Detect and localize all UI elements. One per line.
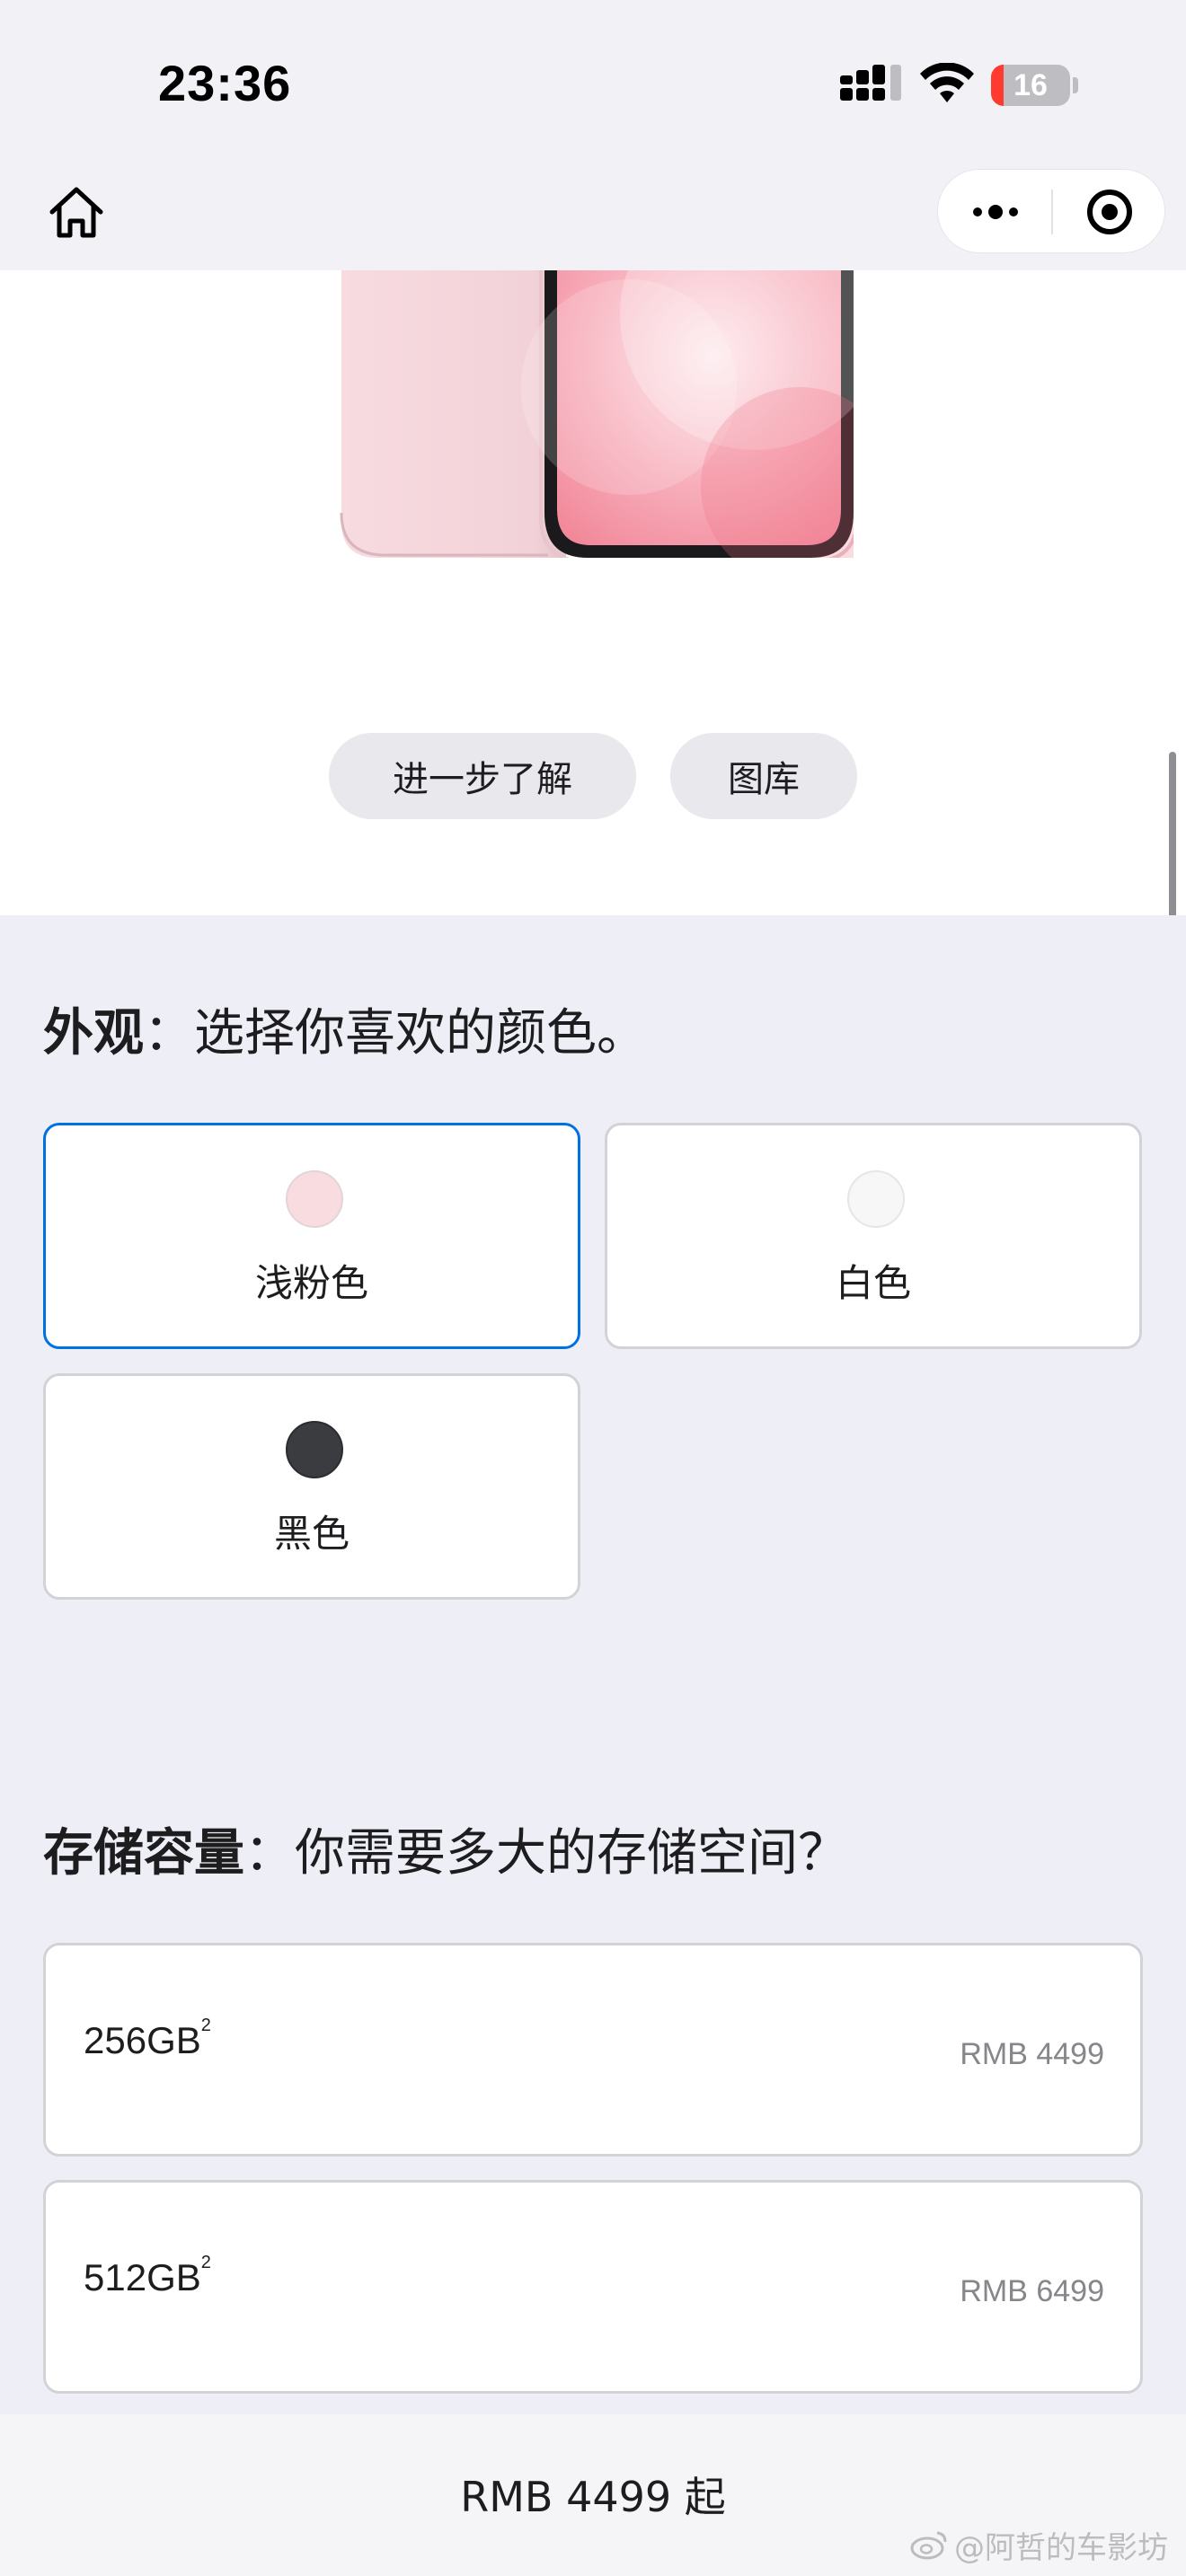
color-option-label: 白色: [835, 1261, 911, 1305]
color-swatch: [286, 1421, 343, 1478]
appearance-heading-rest: ：选择你喜欢的颜色。: [144, 1004, 647, 1063]
wifi-icon: [920, 63, 974, 102]
color-option-black[interactable]: 黑色: [43, 1373, 580, 1600]
color-swatch: [286, 1170, 343, 1228]
storage-heading-rest: ：你需要多大的存储空间？: [244, 1824, 848, 1883]
storage-capacity-value: 256GB: [84, 2019, 201, 2061]
color-option-white[interactable]: 白色: [605, 1123, 1142, 1349]
status-bar: 23:36 16: [0, 0, 1186, 158]
appearance-heading-bold: 外观: [43, 1004, 144, 1063]
storage-option-256gb[interactable]: 256GB2 RMB 4499: [43, 1943, 1143, 2157]
battery-cap: [1073, 77, 1078, 93]
color-option-label: 黑色: [273, 1512, 350, 1556]
target-icon[interactable]: [1053, 170, 1166, 254]
watermark: @阿哲的车影坊: [909, 2522, 1168, 2567]
gallery-button[interactable]: 图库: [670, 733, 857, 819]
status-time: 23:36: [158, 55, 292, 111]
storage-capacity: 512GB2: [84, 2253, 211, 2299]
product-hero: 进一步了解 图库: [0, 270, 1186, 915]
weibo-icon: [910, 2531, 947, 2560]
footnote-marker: 2: [200, 2016, 211, 2035]
more-dots-icon[interactable]: [938, 170, 1052, 254]
battery-icon: 16: [991, 65, 1070, 106]
storage-option-512gb[interactable]: 512GB2 RMB 6499: [43, 2180, 1143, 2394]
color-option-light-pink[interactable]: 浅粉色: [43, 1123, 580, 1349]
cellular-signal-icon: [840, 65, 903, 110]
storage-heading: 存储容量：你需要多大的存储空间？: [43, 1813, 848, 1885]
color-option-label: 浅粉色: [254, 1261, 368, 1305]
storage-capacity-value: 512GB: [84, 2256, 201, 2298]
storage-price: RMB 6499: [960, 2274, 1104, 2308]
storage-capacity: 256GB2: [84, 2016, 211, 2062]
home-icon[interactable]: [45, 181, 108, 244]
appearance-heading: 外观：选择你喜欢的颜色。: [43, 992, 647, 1065]
iphone-pink-image: [340, 270, 854, 558]
watermark-text: @阿哲的车影坊: [954, 2529, 1168, 2566]
storage-price: RMB 4499: [960, 2037, 1104, 2071]
battery-level: 16: [1013, 67, 1048, 102]
hero-action-buttons: 进一步了解 图库: [0, 733, 1186, 819]
starting-price: RMB 4499 起: [460, 2473, 726, 2521]
color-swatch: [847, 1170, 905, 1228]
learn-more-button[interactable]: 进一步了解: [329, 733, 636, 819]
capsule-menu: [937, 169, 1165, 253]
scrollbar[interactable]: [1169, 752, 1176, 915]
footnote-marker: 2: [200, 2253, 211, 2272]
mini-program-nav-bar: [0, 158, 1186, 270]
storage-heading-bold: 存储容量: [43, 1824, 244, 1883]
